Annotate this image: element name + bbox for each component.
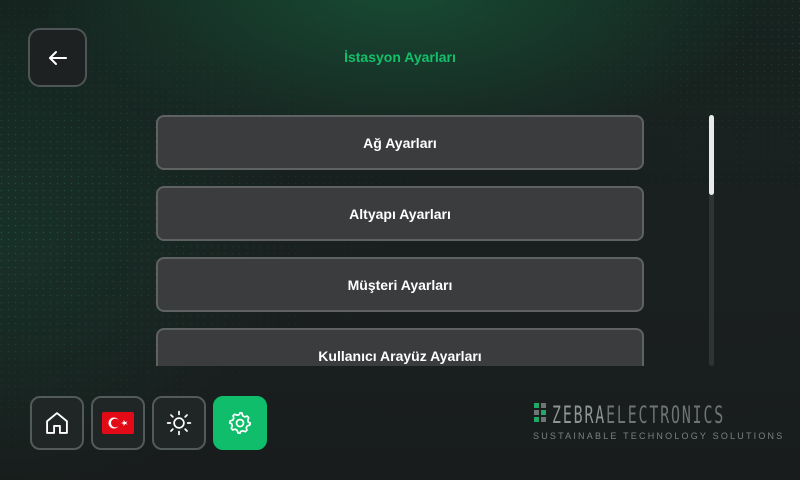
network-settings-button[interactable]: Ağ Ayarları [156,115,644,170]
settings-menu-list[interactable]: Ağ Ayarları Altyapı Ayarları Müşteri Aya… [156,115,646,366]
brand-name: ZEBRAELECTRONICS [552,400,725,430]
infrastructure-settings-button[interactable]: Altyapı Ayarları [156,186,644,241]
customer-settings-button[interactable]: Müşteri Ayarları [156,257,644,312]
language-button[interactable] [91,396,145,450]
turkey-flag-icon [102,412,134,434]
scrollbar[interactable] [709,115,714,366]
home-button[interactable] [30,396,84,450]
brand-tagline: SUSTAINABLE TECHNOLOGY SOLUTIONS [533,431,785,441]
settings-button[interactable] [213,396,267,450]
sun-icon [166,410,192,436]
gear-icon [228,411,252,435]
brand-name-part2: ELECTRONICS [606,401,726,429]
scrollbar-thumb[interactable] [709,115,714,195]
brand-name-part1: ZEBRA [552,401,607,429]
brand-logo: ZEBRAELECTRONICS SUSTAINABLE TECHNOLOGY … [530,400,785,446]
zebra-logo-mark-icon [534,403,546,422]
page-title: İstasyon Ayarları [344,49,456,65]
brightness-button[interactable] [152,396,206,450]
home-icon [46,412,68,434]
user-interface-settings-button[interactable]: Kullanıcı Arayüz Ayarları [156,328,644,366]
